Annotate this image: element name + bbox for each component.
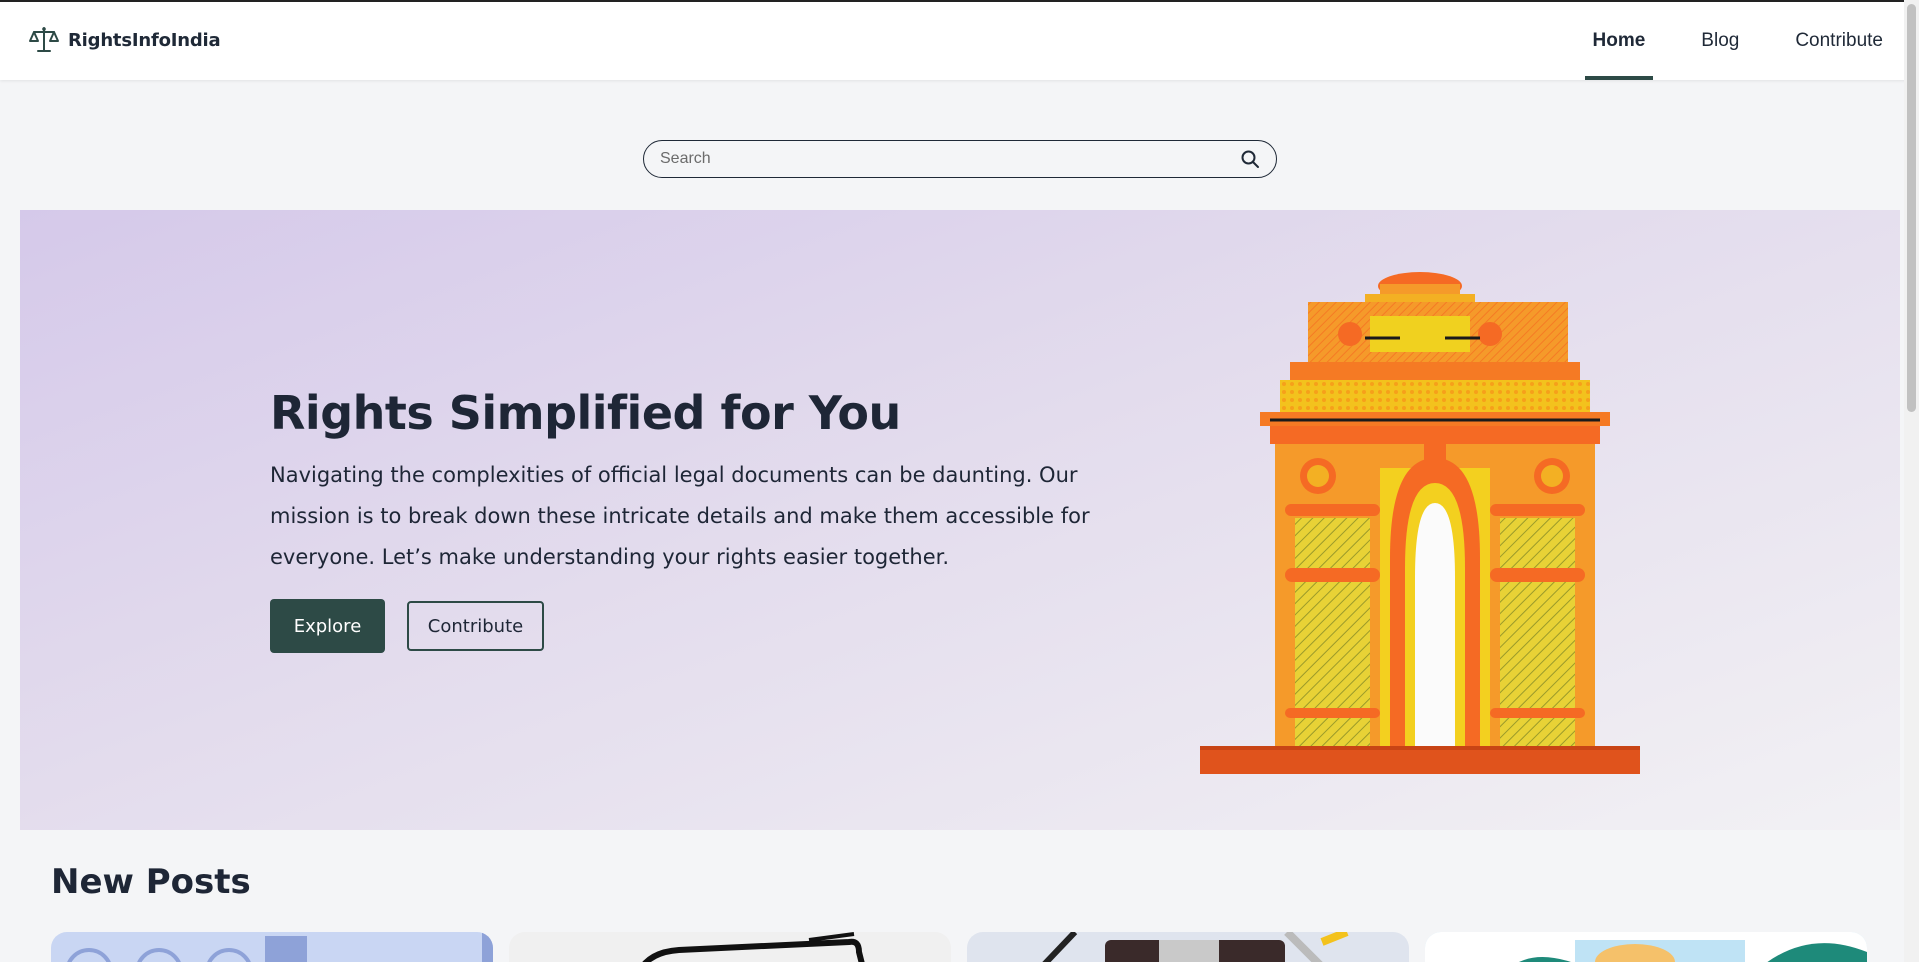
scales-icon [29, 27, 59, 52]
contribute-button[interactable]: Contribute [407, 601, 544, 651]
search-bar [643, 140, 1277, 178]
hero-title: Rights Simplified for You [270, 386, 901, 440]
nav-blog[interactable]: Blog [1693, 2, 1747, 80]
nav-contribute[interactable]: Contribute [1787, 2, 1891, 80]
post-thumbnail-4 [1425, 932, 1867, 962]
post-thumbnail-3 [1042, 932, 1349, 962]
post-thumbnail-2 [642, 932, 865, 962]
post-card[interactable] [967, 932, 1409, 962]
nav-home[interactable]: Home [1584, 2, 1654, 80]
site-logo[interactable]: RightsInfoIndia [28, 24, 221, 56]
hero-banner: Rights Simplified for You Navigating the… [20, 210, 1900, 830]
india-gate-illustration [1200, 272, 1640, 774]
post-thumbnail-1 [67, 932, 493, 962]
site-name: RightsInfoIndia [68, 29, 221, 51]
page-scrollbar[interactable] [1904, 0, 1919, 962]
new-posts-title: New Posts [51, 862, 251, 902]
post-card[interactable] [509, 932, 951, 962]
post-card[interactable] [51, 932, 493, 962]
search-input[interactable] [660, 150, 1240, 168]
main-nav: Home Blog Contribute [1584, 2, 1892, 80]
post-card[interactable] [1425, 932, 1867, 962]
search-icon[interactable] [1240, 149, 1260, 169]
hero-description: Navigating the complexities of official … [270, 463, 1090, 569]
explore-button[interactable]: Explore [270, 599, 385, 653]
scrollbar-thumb[interactable] [1907, 4, 1916, 412]
top-navbar: RightsInfoIndia Home Blog Contribute [0, 0, 1919, 80]
